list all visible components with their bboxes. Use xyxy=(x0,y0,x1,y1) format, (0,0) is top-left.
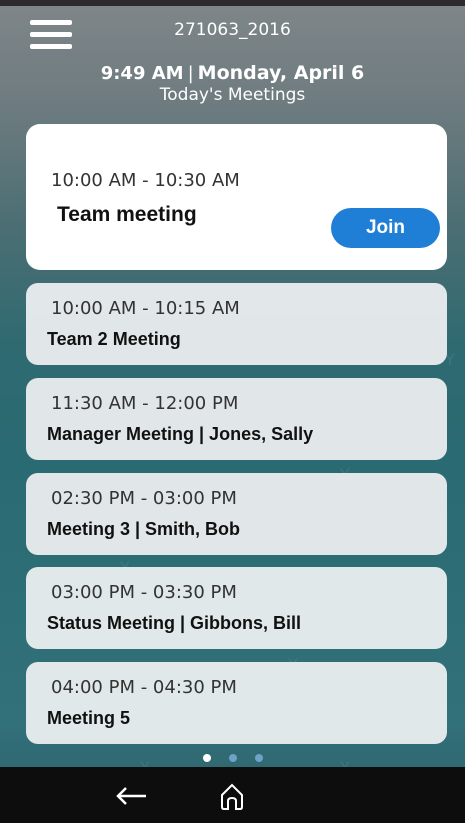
header: 9:49 AM | Monday, April 6 Today's Meetings xyxy=(0,62,465,105)
meeting-time: 11:30 AM - 12:00 PM xyxy=(51,393,239,414)
meeting-title: Team 2 Meeting xyxy=(47,329,181,349)
device-id: 271063_2016 xyxy=(174,20,291,40)
system-nav-bar xyxy=(0,767,465,823)
meeting-time: 10:00 AM - 10:15 AM xyxy=(51,298,240,319)
meeting-title: Meeting 5 xyxy=(47,708,131,728)
meeting-time: 02:30 PM - 03:00 PM xyxy=(51,488,237,509)
meeting-room-screen: Y Y Y Y Y Y 271063_2016 9:49 AM|Monday, … xyxy=(0,0,465,823)
current-datetime: 9:49 AM | Monday, April 6 xyxy=(0,62,465,84)
top-bar: 271063_2016 xyxy=(0,6,465,56)
page-dot[interactable] xyxy=(254,754,263,762)
back-arrow-icon[interactable] xyxy=(112,781,152,811)
page-dot[interactable] xyxy=(228,754,237,762)
meeting-time: 10:00 AM - 10:30 AM xyxy=(51,170,240,191)
meeting-title: Manager Meeting | Jones, Sally xyxy=(47,424,314,444)
active-meeting-card[interactable]: 10:00 AM - 10:30 AM Team meeting Join xyxy=(26,124,447,270)
current-time: 9:49 AM xyxy=(100,63,184,84)
meeting-card[interactable]: 11:30 AM - 12:00 PM Manager Meeting | Jo… xyxy=(26,378,447,460)
meeting-card[interactable]: 03:00 PM - 03:30 PM Status Meeting | Gib… xyxy=(26,567,447,649)
page-subtitle: Today's Meetings xyxy=(159,85,306,105)
join-button[interactable]: Join xyxy=(331,208,440,248)
meeting-card[interactable]: 10:00 AM - 10:15 AM Team 2 Meeting xyxy=(26,283,447,365)
meeting-time: 03:00 PM - 03:30 PM xyxy=(51,582,237,603)
datetime-separator: | xyxy=(187,63,194,84)
meeting-card[interactable]: 02:30 PM - 03:00 PM Meeting 3 | Smith, B… xyxy=(26,473,447,555)
meeting-card[interactable]: 04:00 PM - 04:30 PM Meeting 5 xyxy=(26,662,447,744)
meeting-title: Status Meeting | Gibbons, Bill xyxy=(47,613,302,633)
meeting-title: Meeting 3 | Smith, Bob xyxy=(47,519,241,539)
page-dot-active[interactable] xyxy=(202,754,211,762)
page-indicator xyxy=(0,749,465,767)
current-date: Monday, April 6 xyxy=(197,62,365,84)
home-icon[interactable] xyxy=(214,781,254,811)
meeting-time: 04:00 PM - 04:30 PM xyxy=(51,677,237,698)
